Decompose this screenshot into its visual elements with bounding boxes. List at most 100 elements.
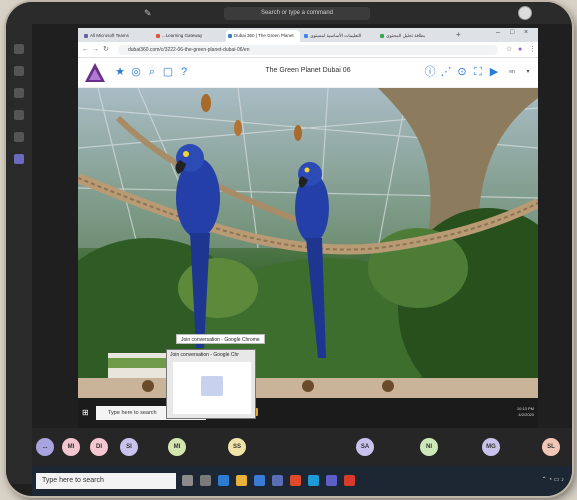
star-icon[interactable]: ☆ (506, 45, 512, 55)
tab-favicon (380, 34, 384, 38)
teams-app-rail (6, 24, 32, 484)
participant-initials: SS (232, 444, 241, 450)
participant-avatar[interactable]: ... (36, 438, 54, 456)
powerpoint-icon[interactable] (344, 475, 355, 486)
microphone-icon[interactable] (182, 475, 193, 486)
edge-icon[interactable] (218, 475, 229, 486)
participant-initials: MI (173, 444, 181, 450)
browser-tab[interactable]: ...Learning Gateway (154, 30, 224, 42)
participant-initials: SA (360, 444, 370, 450)
browser-tab[interactable]: التعليمات الأساسية لمستوى (302, 30, 376, 42)
tab-label: Dubai 360 | The Green Planet (234, 33, 294, 38)
taskbar-search-input[interactable]: Type here to search (36, 473, 176, 489)
teams-taskbar-icon[interactable] (326, 475, 337, 486)
participant-initials: DI (96, 444, 102, 450)
menu-icon[interactable]: ⋮ (529, 45, 536, 55)
participant-avatar[interactable]: DI (90, 438, 108, 456)
task-view-icon[interactable] (200, 475, 211, 486)
calendar-icon[interactable] (14, 132, 24, 142)
info-icon[interactable]: ⓘ (424, 66, 436, 78)
photo-frame: ✎ Search or type a command All Microsoft… (6, 2, 572, 496)
calls-icon[interactable] (14, 154, 24, 164)
panorama-view[interactable] (78, 88, 538, 398)
participant-initials: NI (426, 444, 432, 450)
tab-label: All Microsoft Teams (90, 33, 129, 38)
compose-icon[interactable]: ✎ (144, 8, 154, 18)
chrome-icon[interactable] (290, 475, 301, 486)
file-explorer-icon[interactable] (236, 475, 247, 486)
taskbar-window-preview[interactable]: Join conversation - Google Chr (166, 349, 256, 419)
participant-initials: SI (126, 444, 132, 450)
browser-tab[interactable]: All Microsoft Teams (82, 30, 152, 42)
comment-icon[interactable]: ▢ (162, 66, 174, 78)
chevron-down-icon[interactable]: ▾ (522, 66, 534, 78)
participant-avatar[interactable]: SL (542, 438, 560, 456)
participant-avatar[interactable]: SI (120, 438, 138, 456)
chrome-window: All Microsoft Teams ...Learning Gateway … (78, 28, 538, 428)
windows-start-icon[interactable]: ⊞ (82, 408, 89, 417)
tab-label: بطاقة تحليل المحتوى (386, 33, 426, 38)
browser-tab-active[interactable]: Dubai 360 | The Green Planet (226, 30, 300, 42)
participant-avatar[interactable]: MI (168, 438, 186, 456)
teams-title-bar: ✎ Search or type a command (6, 2, 572, 24)
mail-icon[interactable] (272, 475, 283, 486)
fullscreen-icon[interactable]: ⛶ (472, 66, 484, 78)
photos-icon[interactable] (308, 475, 319, 486)
participant-avatar[interactable]: MG (482, 438, 500, 456)
back-icon[interactable]: ← (82, 45, 89, 55)
star-icon[interactable]: ★ (114, 66, 126, 78)
tab-favicon (304, 34, 308, 38)
activity-icon[interactable] (14, 44, 24, 54)
tour-header: ★ ◎ ⌕ ▢ ? The Green Planet Dubai 06 ⓘ ⋰ … (78, 58, 538, 88)
participant-initials: MI (67, 444, 75, 450)
reload-icon[interactable]: ↻ (103, 45, 109, 55)
dubai360-logo-icon (85, 63, 105, 82)
participant-initials: SL (547, 444, 555, 450)
meeting-participants-bar: ... MI DI SI MI SS SA NI MG SL (32, 428, 572, 466)
participant-avatar[interactable]: NI (420, 438, 438, 456)
browser-tab[interactable]: بطاقة تحليل المحتوى (378, 30, 452, 42)
tab-label: التعليمات الأساسية لمستوى (310, 33, 362, 38)
store-icon[interactable] (254, 475, 265, 486)
tab-favicon (228, 34, 232, 38)
vr-icon[interactable]: ⊙ (456, 66, 468, 78)
assignments-icon[interactable] (14, 110, 24, 120)
participant-avatar[interactable]: MI (62, 438, 80, 456)
teams-search-input[interactable]: Search or type a command (224, 7, 370, 20)
window-tooltip: Join conversation - Google Chrome (176, 334, 265, 344)
system-tray[interactable]: ⌃ ◔ ▭ ♪ (542, 476, 564, 483)
help-icon[interactable]: ? (178, 66, 190, 78)
new-tab-icon[interactable]: + (456, 30, 466, 40)
address-bar-row: ← → ↻ dubai360.com/c/3222-06-the-green-p… (78, 42, 538, 58)
windows-taskbar: Type here to search ⌃ ◔ ▭ ♪ (32, 466, 572, 496)
tour-title: The Green Planet Dubai 06 (265, 67, 351, 74)
user-avatar[interactable] (518, 6, 532, 20)
profile-icon[interactable]: ● (518, 45, 522, 55)
minimize-icon[interactable]: – (496, 29, 500, 36)
participant-avatar[interactable]: SS (228, 438, 246, 456)
parrots-panorama-image (78, 88, 538, 398)
preview-content (201, 376, 223, 396)
participant-avatar[interactable]: SA (356, 438, 374, 456)
preview-body (173, 362, 251, 414)
inner-windows-taskbar: ⊞ Type here to search 10:13 PM 4/2/2020 (78, 398, 538, 428)
search-icon[interactable]: ⌕ (146, 66, 158, 78)
forward-icon[interactable]: → (92, 45, 99, 55)
maximize-icon[interactable]: □ (510, 29, 514, 36)
participant-initials: ... (42, 444, 48, 450)
tab-favicon (156, 34, 160, 38)
compass-icon[interactable]: ◎ (130, 66, 142, 78)
preview-title: Join conversation - Google Chr (170, 352, 239, 358)
teams-icon[interactable] (14, 88, 24, 98)
language-select[interactable]: en (506, 66, 518, 78)
tab-label: ...Learning Gateway (162, 33, 203, 38)
play-icon[interactable]: ▶ (488, 66, 500, 78)
share-icon[interactable]: ⋰ (440, 66, 452, 78)
clock-date: 4/2/2020 (518, 412, 534, 417)
participant-initials: MG (486, 444, 496, 450)
browser-tab-strip: All Microsoft Teams ...Learning Gateway … (78, 28, 538, 42)
url-input[interactable]: dubai360.com/c/3222-06-the-green-planet-… (118, 45, 498, 55)
tab-favicon (84, 34, 88, 38)
close-icon[interactable]: × (524, 29, 528, 36)
chat-icon[interactable] (14, 66, 24, 76)
